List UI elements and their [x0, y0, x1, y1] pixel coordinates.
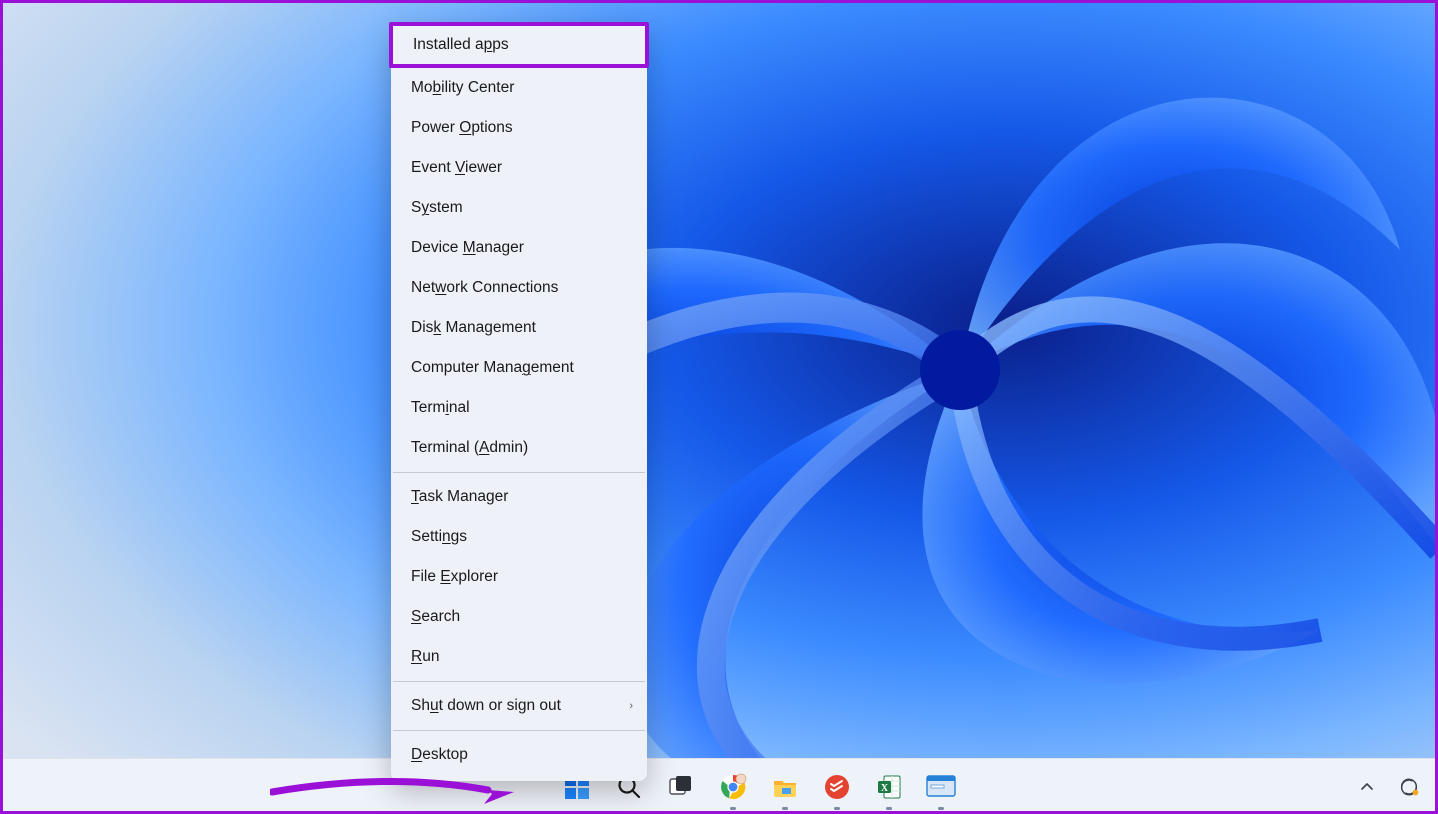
menu-item-event-viewer[interactable]: Event Viewer: [391, 148, 647, 188]
menu-item-settings[interactable]: Settings: [391, 517, 647, 557]
menu-divider: [393, 472, 645, 473]
tray-overflow-chevron[interactable]: [1352, 772, 1382, 802]
file-explorer-button[interactable]: [770, 772, 800, 802]
menu-item-desktop[interactable]: Desktop: [391, 735, 647, 775]
menu-item-search[interactable]: Search: [391, 597, 647, 637]
chrome-button[interactable]: [718, 772, 748, 802]
menu-item-label: Computer Management: [411, 359, 574, 376]
menu-item-power-options[interactable]: Power Options: [391, 108, 647, 148]
menu-item-label: Power Options: [411, 119, 513, 136]
menu-item-label: Settings: [411, 528, 467, 545]
menu-item-computer-management[interactable]: Computer Management: [391, 348, 647, 388]
menu-item-label: Network Connections: [411, 279, 558, 296]
menu-item-label: Device Manager: [411, 239, 524, 256]
menu-divider: [393, 681, 645, 682]
menu-item-device-manager[interactable]: Device Manager: [391, 228, 647, 268]
menu-item-network-connections[interactable]: Network Connections: [391, 268, 647, 308]
menu-divider: [393, 730, 645, 731]
menu-item-label: Task Manager: [411, 488, 508, 505]
menu-item-label: File Explorer: [411, 568, 498, 585]
menu-item-label: Terminal (Admin): [411, 439, 528, 456]
menu-item-task-manager[interactable]: Task Manager: [391, 477, 647, 517]
menu-item-label: Disk Management: [411, 319, 536, 336]
menu-item-label: Event Viewer: [411, 159, 502, 176]
running-indicator: [886, 807, 892, 810]
menu-item-file-explorer[interactable]: File Explorer: [391, 557, 647, 597]
menu-item-terminal[interactable]: Terminal: [391, 388, 647, 428]
taskbar: X: [0, 758, 1438, 814]
menu-item-label: Search: [411, 608, 460, 625]
excel-button[interactable]: X: [874, 772, 904, 802]
menu-item-label: Desktop: [411, 746, 468, 763]
winx-context-menu: Installed apps Mobility Center Power Optio…: [391, 22, 647, 781]
task-view-button[interactable]: [666, 772, 696, 802]
menu-item-run[interactable]: Run: [391, 637, 647, 677]
running-indicator: [834, 807, 840, 810]
onedrive-status-icon[interactable]: [1394, 772, 1424, 802]
menu-item-label: Installed apps: [413, 36, 509, 53]
svg-text:X: X: [881, 783, 889, 794]
running-indicator: [730, 807, 736, 810]
running-indicator: [782, 807, 788, 810]
menu-item-installed-apps[interactable]: Installed apps: [389, 22, 649, 68]
run-dialog-button[interactable]: [926, 772, 956, 802]
menu-item-label: Terminal: [411, 399, 470, 416]
menu-item-label: System: [411, 199, 463, 216]
menu-item-shutdown-signout[interactable]: Shut down or sign out ›: [391, 686, 647, 726]
menu-item-mobility-center[interactable]: Mobility Center: [391, 68, 647, 108]
chevron-right-icon: ›: [629, 686, 633, 726]
menu-item-label: Mobility Center: [411, 79, 514, 96]
desktop-wallpaper: [0, 0, 1438, 814]
menu-item-system[interactable]: System: [391, 188, 647, 228]
menu-item-terminal-admin[interactable]: Terminal (Admin): [391, 428, 647, 468]
menu-item-disk-management[interactable]: Disk Management: [391, 308, 647, 348]
running-indicator: [938, 807, 944, 810]
menu-item-label: Shut down or sign out: [411, 697, 561, 714]
todoist-button[interactable]: [822, 772, 852, 802]
system-tray: [1352, 772, 1424, 802]
menu-item-label: Run: [411, 648, 439, 665]
